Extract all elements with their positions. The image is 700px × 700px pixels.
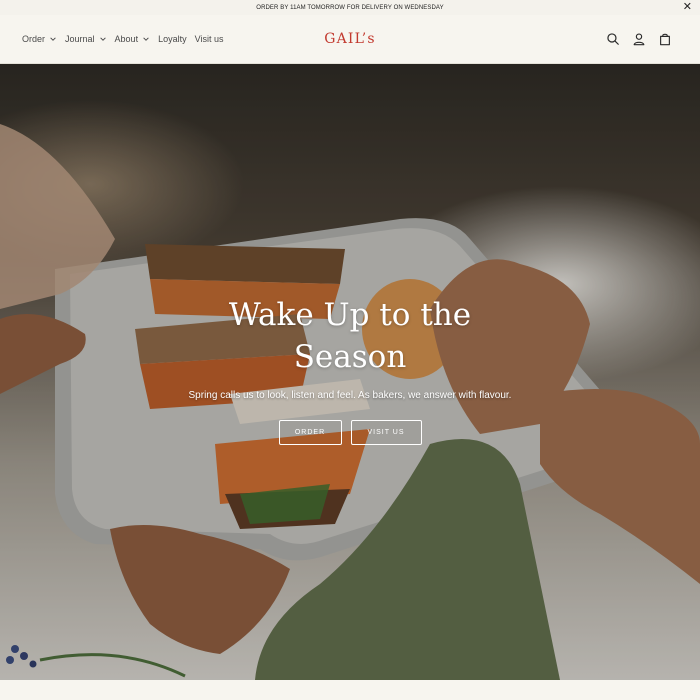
search-icon[interactable]: [606, 32, 620, 46]
nav-item-label: Order: [22, 34, 46, 44]
close-icon[interactable]: ✕: [683, 1, 692, 14]
hero-content: Wake Up to the Season Spring calls us to…: [0, 294, 700, 445]
chevron-down-icon: [99, 37, 106, 41]
announcement-text: ORDER BY 11AM TOMORROW FOR DELIVERY ON W…: [256, 4, 444, 11]
nav-item-about[interactable]: About: [115, 34, 151, 44]
header-icons: [606, 15, 672, 63]
nav-item-label: About: [114, 34, 139, 44]
next-section: [0, 680, 700, 700]
nav-item-label: Loyalty: [158, 34, 187, 44]
nav-item-order[interactable]: Order: [22, 34, 57, 44]
hero-buttons: ORDER VISIT US: [0, 420, 700, 445]
nav-item-label: Journal: [65, 34, 95, 44]
visit-us-button[interactable]: VISIT US: [350, 420, 422, 445]
account-icon[interactable]: [632, 32, 646, 46]
hero-subtitle: Spring calls us to look, listen and feel…: [188, 390, 512, 401]
announcement-bar: ORDER BY 11AM TOMORROW FOR DELIVERY ON W…: [0, 0, 700, 15]
nav-item-label: Visit us: [194, 34, 224, 44]
order-button[interactable]: ORDER: [278, 420, 342, 445]
nav-item-loyalty[interactable]: Loyalty: [158, 34, 187, 44]
bag-icon[interactable]: [658, 32, 672, 46]
nav-item-visit-us[interactable]: Visit us: [195, 34, 224, 44]
chevron-down-icon: [143, 37, 149, 41]
hero-title: Wake Up to the Season: [228, 297, 472, 375]
main-nav: Order Journal About Loyalty Visit us: [22, 15, 223, 63]
hero-banner: Wake Up to the Season Spring calls us to…: [0, 64, 700, 680]
chevron-down-icon: [50, 37, 56, 41]
site-header: Order Journal About Loyalty Visit us GAI…: [0, 15, 700, 64]
nav-item-journal[interactable]: Journal: [65, 34, 107, 44]
